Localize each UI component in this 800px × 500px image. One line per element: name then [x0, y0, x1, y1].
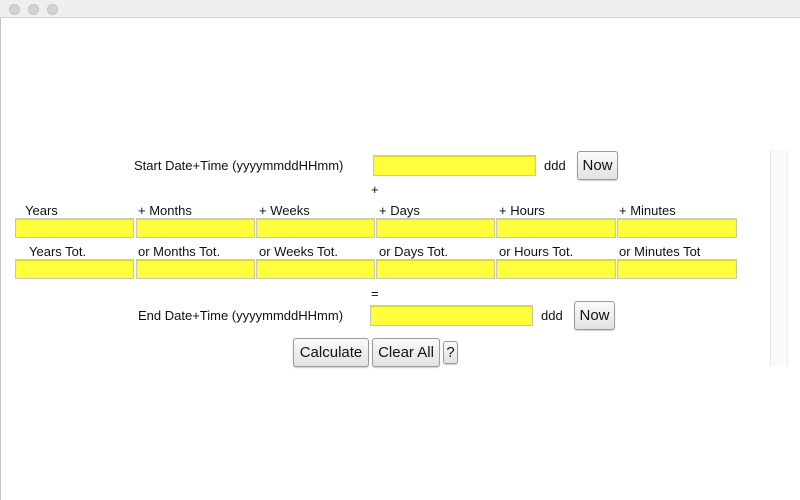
help-button[interactable]: ?	[443, 341, 458, 364]
days-input[interactable]	[376, 218, 495, 238]
weeks-input[interactable]	[256, 218, 375, 238]
scrollbar-track[interactable]	[770, 150, 788, 366]
end-day-label: ddd	[541, 308, 563, 323]
days-total-input[interactable]	[376, 259, 495, 279]
years-total-input[interactable]	[15, 259, 134, 279]
end-now-button[interactable]: Now	[574, 301, 615, 330]
start-day-label: ddd	[544, 158, 566, 173]
end-datetime-label: End Date+Time (yyyymmddHHmm)	[138, 308, 344, 323]
years-label: Years	[25, 203, 58, 218]
years-input[interactable]	[15, 218, 134, 238]
end-datetime-input[interactable]	[370, 305, 533, 326]
weeks-total-label: or Weeks Tot.	[259, 244, 338, 259]
close-window-icon[interactable]	[9, 4, 20, 15]
minimize-window-icon[interactable]	[28, 4, 39, 15]
calculate-button[interactable]: Calculate	[293, 338, 369, 367]
months-label: + Months	[138, 203, 192, 218]
window-left-edge	[0, 18, 1, 500]
hours-label: + Hours	[499, 203, 545, 218]
minutes-total-label: or Minutes Tot	[619, 244, 701, 259]
days-total-label: or Days Tot.	[379, 244, 449, 259]
months-total-label: or Months Tot.	[138, 244, 221, 259]
hours-input[interactable]	[496, 218, 616, 238]
months-total-input[interactable]	[136, 259, 255, 279]
years-total-label: Years Tot.	[29, 244, 87, 259]
start-datetime-input[interactable]	[373, 155, 536, 176]
days-label: + Days	[379, 203, 420, 218]
window-titlebar	[0, 0, 800, 18]
weeks-total-input[interactable]	[256, 259, 375, 279]
minutes-input[interactable]	[617, 218, 737, 238]
start-now-button[interactable]: Now	[577, 151, 618, 180]
months-input[interactable]	[136, 218, 255, 238]
clear-all-button[interactable]: Clear All	[372, 338, 440, 367]
weeks-label: + Weeks	[259, 203, 310, 218]
minutes-label: + Minutes	[619, 203, 676, 218]
hours-total-input[interactable]	[496, 259, 616, 279]
minutes-total-input[interactable]	[617, 259, 737, 279]
plus-sign: +	[371, 182, 379, 197]
equals-sign: =	[371, 286, 379, 301]
zoom-window-icon[interactable]	[47, 4, 58, 15]
hours-total-label: or Hours Tot.	[499, 244, 574, 259]
start-datetime-label: Start Date+Time (yyyymmddHHmm)	[134, 158, 344, 173]
